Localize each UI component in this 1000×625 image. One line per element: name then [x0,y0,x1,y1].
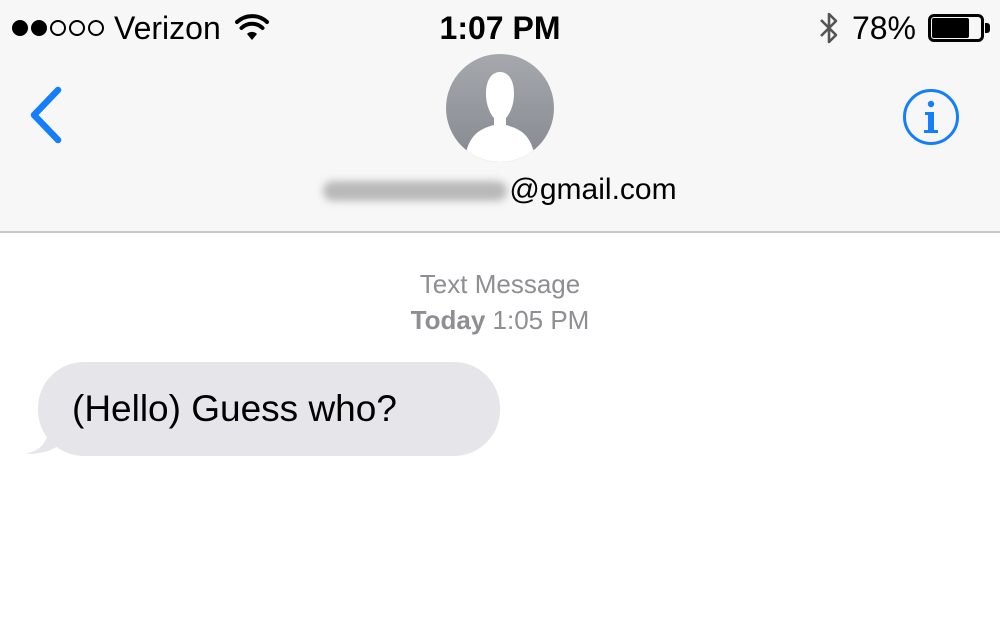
incoming-message-bubble[interactable]: (Hello) Guess who? [38,362,500,456]
back-button[interactable] [20,80,80,150]
contact-address[interactable]: @gmail.com [0,168,1000,212]
info-button[interactable] [902,88,960,146]
redacted-username [323,181,508,202]
battery-icon [928,14,992,42]
contact-email-domain: @gmail.com [509,173,677,206]
battery-percent: 78% [851,10,916,46]
chevron-left-icon [30,86,62,144]
status-bar-right: 78% [818,8,992,48]
message-service-label: Text Message [419,269,581,299]
battery-fill [932,18,969,38]
info-icon [903,89,959,145]
message-time: 1:05 PM [492,305,590,335]
message-timestamp: Text Message Today 1:05 PM [0,266,1000,338]
header-divider [0,231,1000,233]
contact-avatar[interactable] [446,54,554,162]
message-day: Today [410,305,486,335]
bluetooth-icon [820,12,838,44]
battery-tip [985,23,990,33]
person-silhouette-icon [464,72,536,162]
message-date-time: Today 1:05 PM [0,302,1000,338]
